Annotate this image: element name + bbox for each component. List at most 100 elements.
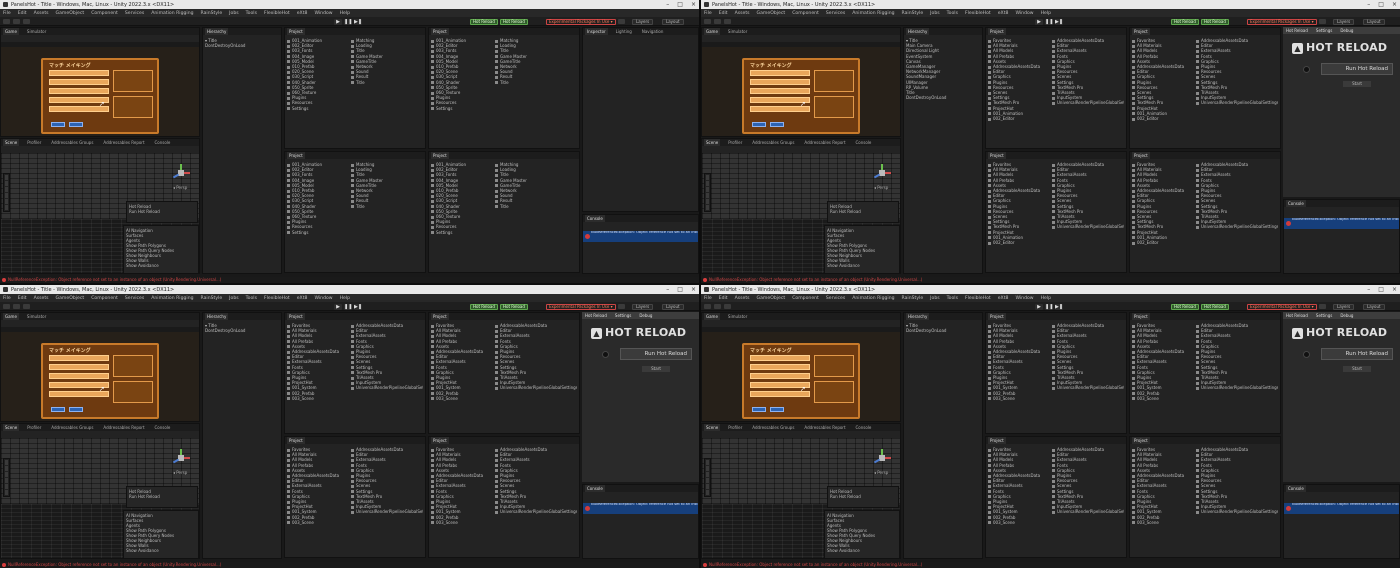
ai-navigation-option[interactable]: Show Avoidance <box>126 548 196 553</box>
match-row[interactable] <box>49 364 109 370</box>
asset-item[interactable]: UniversalRenderPipelineGlobalSettings <box>1052 385 1124 390</box>
match-row[interactable] <box>49 355 109 361</box>
match-row[interactable] <box>750 373 810 379</box>
hot-reload-toolbar-button[interactable]: Hot Reload <box>1171 18 1199 25</box>
tab-navigation[interactable]: Navigation <box>640 28 666 35</box>
hierarchy-item[interactable]: DontDestroyOnLoad <box>205 328 279 333</box>
menu-item[interactable]: RainStyle <box>201 296 223 301</box>
scene-gizmo-icon[interactable] <box>872 448 892 468</box>
search-icon[interactable] <box>1319 304 1326 309</box>
menu-item[interactable]: Animation Rigging <box>852 11 894 16</box>
match-row[interactable] <box>750 70 810 76</box>
tool-button[interactable] <box>706 466 709 471</box>
tool-button[interactable] <box>5 478 8 483</box>
hot-reload-tab[interactable]: Hot Reload <box>585 312 607 319</box>
match-row[interactable] <box>49 88 109 94</box>
minimize-icon[interactable]: – <box>666 286 669 293</box>
scene-gizmo-icon[interactable] <box>872 163 892 183</box>
menu-item[interactable]: Window <box>1015 11 1033 16</box>
folder-item[interactable]: 002_Editor <box>1132 240 1192 245</box>
hot-reload-tab[interactable]: Hot Reload <box>1286 27 1308 34</box>
run-hot-reload-button[interactable]: Run Hot Reload <box>1321 63 1393 75</box>
menu-item[interactable]: Animation Rigging <box>151 11 193 16</box>
tool-button[interactable] <box>5 484 8 489</box>
menu-item[interactable]: Help <box>340 296 350 301</box>
console-error-entry[interactable]: NullReferenceException: Object reference… <box>1284 503 1399 514</box>
step-icon[interactable]: ▶❚ <box>1055 18 1063 25</box>
menu-item[interactable]: GameObject <box>56 296 85 301</box>
menu-item[interactable]: Jobs <box>229 296 238 301</box>
menu-item[interactable]: File <box>704 296 712 301</box>
experimental-packages-badge[interactable]: Experimental Packages In Use ▾ <box>1247 303 1317 310</box>
folder-item[interactable]: 003_Scene <box>287 520 347 525</box>
menu-item[interactable]: Tools <box>246 296 257 301</box>
menu-item[interactable]: Assets <box>34 11 49 16</box>
experimental-packages-badge[interactable]: Experimental Packages In Use ▾ <box>546 18 616 25</box>
match-row[interactable] <box>49 70 109 76</box>
run-hot-reload-overlay-button[interactable]: Run Hot Reload <box>830 209 896 214</box>
maximize-icon[interactable]: □ <box>677 1 683 8</box>
collab-button[interactable] <box>724 304 731 309</box>
menu-item[interactable]: GameObject <box>56 11 85 16</box>
tool-button[interactable] <box>706 175 709 180</box>
menu-item[interactable]: Jobs <box>930 11 939 16</box>
account-button[interactable] <box>704 304 711 309</box>
game-viewport[interactable]: マッチ メイキング ➚ <box>1 327 199 421</box>
tab-console[interactable]: Console <box>854 139 874 146</box>
console-error-entry[interactable]: NullReferenceException: Object reference… <box>583 503 698 514</box>
asset-item[interactable]: Title <box>495 80 577 85</box>
menu-item[interactable]: Component <box>91 11 118 16</box>
hot-reload-tab[interactable]: Debug <box>1340 312 1353 319</box>
tab-game[interactable]: Game <box>3 28 19 35</box>
tab-game[interactable]: Game <box>704 28 720 35</box>
asset-item[interactable]: UniversalRenderPipelineGlobalSettings <box>351 385 423 390</box>
menu-item[interactable]: eXt8 <box>998 296 1009 301</box>
minimize-icon[interactable]: – <box>666 1 669 8</box>
menu-item[interactable]: Assets <box>735 11 750 16</box>
match-cancel-button[interactable] <box>770 407 784 412</box>
tab-hierarchy[interactable]: Hierarchy <box>205 28 229 35</box>
minimize-icon[interactable]: – <box>1367 286 1370 293</box>
folder-item[interactable]: Settings <box>287 106 347 111</box>
menu-item[interactable]: Component <box>91 296 118 301</box>
asset-item[interactable]: UniversalRenderPipelineGlobalSettings <box>1196 385 1278 390</box>
menu-item[interactable]: Edit <box>18 11 27 16</box>
folder-item[interactable]: 003_Scene <box>287 396 347 401</box>
asset-item[interactable]: UniversalRenderPipelineGlobalSettings <box>1196 509 1278 514</box>
tool-button[interactable] <box>5 193 8 198</box>
tool-button[interactable] <box>5 472 8 477</box>
menu-item[interactable]: RainStyle <box>201 11 223 16</box>
menu-item[interactable]: FlexibleHot <box>264 11 290 16</box>
menu-item[interactable]: File <box>3 11 11 16</box>
close-icon[interactable]: × <box>1392 1 1397 8</box>
menu-item[interactable]: eXt8 <box>998 11 1009 16</box>
play-icon[interactable]: ▶ <box>1035 303 1043 310</box>
match-cancel-button[interactable] <box>69 122 83 127</box>
tab-addressables-groups[interactable]: Addressables Groups <box>750 139 796 146</box>
hierarchy-item[interactable]: DontDestroyOnLoad <box>906 95 980 100</box>
folder-item[interactable]: 002_Editor <box>988 240 1048 245</box>
layout-dropdown[interactable]: Layout <box>1363 303 1385 310</box>
cloud-icon[interactable] <box>13 19 20 24</box>
tab-project[interactable]: Project <box>287 152 305 159</box>
tab-project[interactable]: Project <box>431 313 449 320</box>
tool-button[interactable] <box>5 199 8 204</box>
asset-item[interactable]: UniversalRenderPipelineGlobalSettings <box>351 509 423 514</box>
cloud-icon[interactable] <box>714 19 721 24</box>
tab-project[interactable]: Project <box>431 152 449 159</box>
folder-item[interactable]: 003_Scene <box>431 396 491 401</box>
tab-inspector[interactable]: Inspector <box>585 28 608 35</box>
collab-button[interactable] <box>23 19 30 24</box>
tool-button[interactable] <box>706 187 709 192</box>
experimental-packages-badge[interactable]: Experimental Packages In Use ▾ <box>1247 18 1317 25</box>
tab-profiler[interactable]: Profiler <box>726 424 744 431</box>
tool-button[interactable] <box>5 466 8 471</box>
tab-project[interactable]: Project <box>431 28 449 35</box>
run-hot-reload-button[interactable]: Run Hot Reload <box>1321 348 1393 360</box>
hot-reload-tab[interactable]: Settings <box>1316 312 1332 319</box>
tool-button[interactable] <box>5 460 8 465</box>
tab-profiler[interactable]: Profiler <box>25 139 43 146</box>
step-icon[interactable]: ▶❚ <box>1055 303 1063 310</box>
game-viewport[interactable]: マッチ メイキング ➚ <box>702 42 900 136</box>
match-row[interactable] <box>49 79 109 85</box>
